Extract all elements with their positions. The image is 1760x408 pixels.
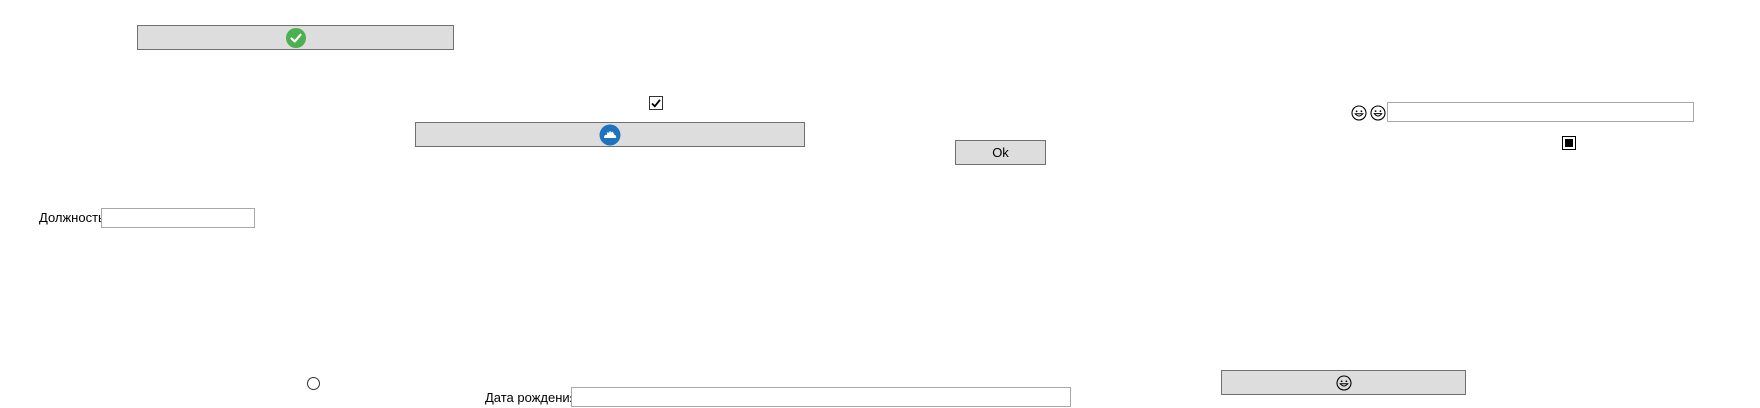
ok-button[interactable]: Ok [955, 140, 1046, 165]
cloud-icon [599, 124, 621, 146]
smiling-face-icon [1370, 105, 1386, 121]
checkbox[interactable] [649, 96, 663, 110]
radio-button[interactable] [307, 377, 320, 390]
confirm-icon-button[interactable] [137, 25, 454, 50]
birth-date-label: Дата рождения [485, 390, 577, 405]
position-label: Должность [39, 210, 105, 225]
ok-button-label: Ok [992, 145, 1009, 160]
checkmark-icon [651, 99, 661, 108]
grinning-face-icon [1335, 374, 1352, 391]
cloud-icon-button[interactable] [415, 122, 805, 147]
check-circle-icon [285, 27, 306, 48]
emoji-text-field[interactable] [1387, 102, 1694, 122]
grinning-face-icon [1351, 105, 1367, 121]
birth-date-input[interactable] [571, 387, 1071, 407]
square-toggle[interactable] [1562, 136, 1576, 150]
emoji-button[interactable] [1221, 370, 1466, 395]
square-toggle-fill [1565, 139, 1573, 147]
position-input[interactable] [101, 208, 255, 228]
